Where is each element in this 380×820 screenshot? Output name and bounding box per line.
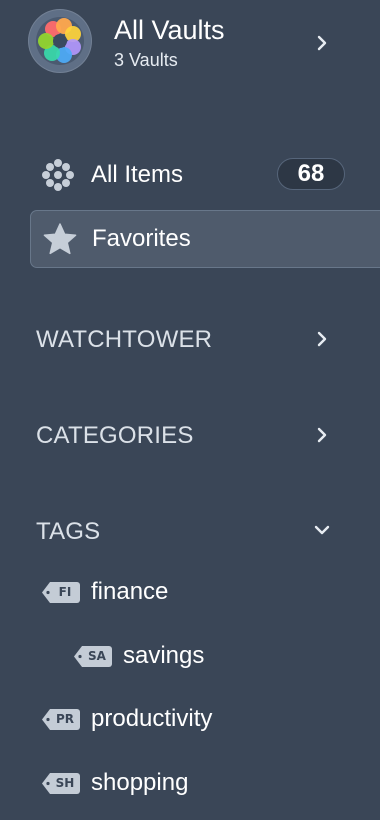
vault-switcher[interactable]: All Vaults 3 Vaults	[28, 9, 348, 75]
tag-icon: PR	[42, 709, 80, 730]
tag-abbreviation: SH	[55, 776, 75, 790]
tag-icon: SH	[42, 773, 80, 794]
nav-item-all-items[interactable]: All Items 68	[30, 146, 380, 204]
section-label: TAGS	[36, 518, 101, 545]
section-watchtower[interactable]: WATCHTOWER	[36, 323, 346, 357]
tag-label: savings	[123, 642, 205, 669]
chevron-down-icon	[314, 525, 330, 535]
tag-item-shopping[interactable]: SH shopping	[42, 764, 292, 804]
section-tags[interactable]: TAGS	[36, 515, 346, 549]
item-count-badge: 68	[277, 158, 345, 190]
tag-icon: FI	[42, 582, 80, 603]
nav-item-favorites[interactable]: Favorites	[30, 210, 380, 268]
rainbow-vault-icon	[28, 9, 92, 73]
section-label: CATEGORIES	[36, 422, 194, 449]
tag-item-finance[interactable]: FI finance	[42, 573, 292, 613]
star-icon	[43, 223, 77, 255]
tag-icon: SA	[74, 646, 112, 667]
tag-label: productivity	[91, 705, 213, 732]
tag-abbreviation: SA	[88, 649, 106, 663]
chevron-right-icon	[317, 331, 327, 347]
tag-label: finance	[91, 578, 169, 605]
section-label: WATCHTOWER	[36, 326, 213, 353]
vault-count: 3 Vaults	[114, 50, 178, 70]
section-categories[interactable]: CATEGORIES	[36, 419, 346, 453]
tag-label: shopping	[91, 769, 189, 796]
chevron-right-icon	[317, 35, 327, 51]
nav-item-label: All Items	[91, 161, 184, 188]
tag-abbreviation: FI	[58, 585, 72, 599]
vault-title: All Vaults	[114, 15, 225, 45]
nav-item-label: Favorites	[92, 225, 191, 252]
tag-item-productivity[interactable]: PR productivity	[42, 700, 302, 740]
tag-item-savings[interactable]: SA savings	[74, 637, 294, 677]
all-items-dots-icon	[42, 159, 74, 191]
sidebar: All Vaults 3 Vaults All Items 68 Favorit…	[0, 0, 380, 820]
chevron-right-icon	[317, 427, 327, 443]
tag-abbreviation: PR	[55, 712, 75, 726]
